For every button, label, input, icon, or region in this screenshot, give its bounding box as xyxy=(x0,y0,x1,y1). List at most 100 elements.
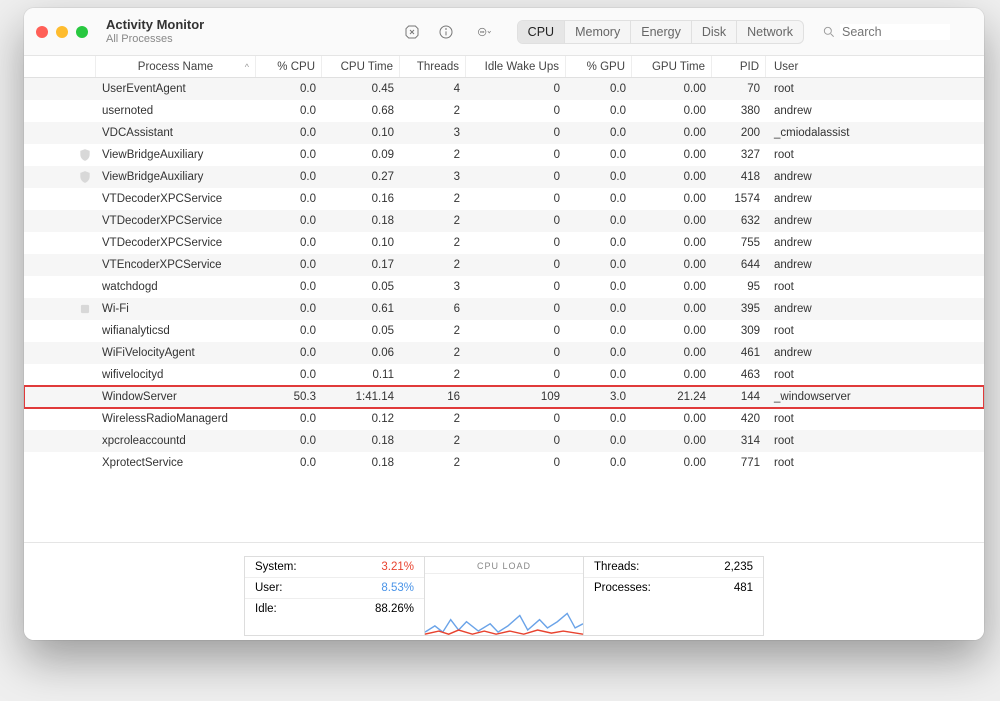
process-row[interactable]: wifivelocityd0.00.11200.00.00463root xyxy=(24,364,984,386)
cpu-cell: 0.0 xyxy=(256,149,322,161)
cpu-cell: 0.0 xyxy=(256,105,322,117)
gputime-cell: 0.00 xyxy=(632,237,712,249)
process-row[interactable]: Wi-Fi0.00.61600.00.00395andrew xyxy=(24,298,984,320)
cpu-load-chart-panel: CPU LOAD xyxy=(424,556,584,636)
gputime-cell: 21.24 xyxy=(632,391,712,403)
pid-cell: 644 xyxy=(712,259,766,271)
process-row[interactable]: VDCAssistant0.00.10300.00.00200_cmiodala… xyxy=(24,122,984,144)
cpu-cell: 0.0 xyxy=(256,215,322,227)
process-row[interactable]: WiFiVelocityAgent0.00.06200.00.00461andr… xyxy=(24,342,984,364)
cpu-cell: 0.0 xyxy=(256,413,322,425)
threads-value: 2,235 xyxy=(724,561,753,573)
gpu-cell: 0.0 xyxy=(566,105,632,117)
column-header-gpu[interactable]: % GPU xyxy=(566,56,632,77)
idlewake-cell: 0 xyxy=(466,457,566,469)
column-header-row: Process Name ^ % CPU CPU Time Threads Id… xyxy=(24,56,984,78)
pid-cell: 1574 xyxy=(712,193,766,205)
search-input[interactable] xyxy=(840,24,950,40)
column-header-user[interactable]: User xyxy=(766,56,984,77)
tab-disk[interactable]: Disk xyxy=(692,21,737,43)
tab-memory[interactable]: Memory xyxy=(565,21,631,43)
gputime-cell: 0.00 xyxy=(632,369,712,381)
threads-cell: 2 xyxy=(400,457,466,469)
tab-energy[interactable]: Energy xyxy=(631,21,692,43)
cputime-cell: 0.09 xyxy=(322,149,400,161)
process-row[interactable]: xpcroleaccountd0.00.18200.00.00314root xyxy=(24,430,984,452)
system-value: 3.21% xyxy=(381,561,414,573)
stop-process-button[interactable] xyxy=(399,21,425,43)
column-header-pid[interactable]: PID xyxy=(712,56,766,77)
column-header-name[interactable]: Process Name ^ xyxy=(96,56,256,77)
tab-network[interactable]: Network xyxy=(737,21,803,43)
process-row[interactable]: VTDecoderXPCService0.00.18200.00.00632an… xyxy=(24,210,984,232)
minimize-window-button[interactable] xyxy=(56,26,68,38)
process-icon xyxy=(24,302,96,316)
process-row[interactable]: VTDecoderXPCService0.00.10200.00.00755an… xyxy=(24,232,984,254)
process-row[interactable]: wifianalyticsd0.00.05200.00.00309root xyxy=(24,320,984,342)
cputime-cell: 0.18 xyxy=(322,435,400,447)
process-name-cell: ViewBridgeAuxiliary xyxy=(96,149,256,161)
user-cell: root xyxy=(766,413,984,425)
idle-value: 88.26% xyxy=(375,603,414,615)
user-cell: root xyxy=(766,149,984,161)
fullscreen-window-button[interactable] xyxy=(76,26,88,38)
process-row[interactable]: WirelessRadioManagerd0.00.12200.00.00420… xyxy=(24,408,984,430)
column-header-idlewake[interactable]: Idle Wake Ups xyxy=(466,56,566,77)
process-row[interactable]: usernoted0.00.68200.00.00380andrew xyxy=(24,100,984,122)
column-header-icon[interactable] xyxy=(24,56,96,77)
process-row[interactable]: ViewBridgeAuxiliary0.00.27300.00.00418an… xyxy=(24,166,984,188)
cpu-cell: 0.0 xyxy=(256,171,322,183)
user-cell: root xyxy=(766,281,984,293)
pid-cell: 95 xyxy=(712,281,766,293)
threads-cell: 2 xyxy=(400,105,466,117)
gputime-cell: 0.00 xyxy=(632,215,712,227)
search-icon xyxy=(822,25,836,39)
gpu-cell: 0.0 xyxy=(566,149,632,161)
cpu-cell: 50.3 xyxy=(256,391,322,403)
pid-cell: 327 xyxy=(712,149,766,161)
user-cell: root xyxy=(766,369,984,381)
process-table-body: UserEventAgent0.00.45400.00.0070rootuser… xyxy=(24,78,984,542)
activity-monitor-window: Activity Monitor All Processes CPUMemory… xyxy=(24,8,984,640)
pid-cell: 144 xyxy=(712,391,766,403)
threads-cell: 3 xyxy=(400,281,466,293)
options-menu-button[interactable] xyxy=(467,21,503,43)
column-header-gputime[interactable]: GPU Time xyxy=(632,56,712,77)
idlewake-cell: 0 xyxy=(466,149,566,161)
process-row[interactable]: UserEventAgent0.00.45400.00.0070root xyxy=(24,78,984,100)
process-name-cell: VDCAssistant xyxy=(96,127,256,139)
pid-cell: 771 xyxy=(712,457,766,469)
cpu-cell: 0.0 xyxy=(256,237,322,249)
column-header-threads[interactable]: Threads xyxy=(400,56,466,77)
octagon-x-icon xyxy=(404,24,420,40)
process-row[interactable]: XprotectService0.00.18200.00.00771root xyxy=(24,452,984,474)
cputime-cell: 0.10 xyxy=(322,237,400,249)
process-row[interactable]: WindowServer50.31:41.14161093.021.24144_… xyxy=(24,386,984,408)
process-row[interactable]: VTEncoderXPCService0.00.17200.00.00644an… xyxy=(24,254,984,276)
gputime-cell: 0.00 xyxy=(632,325,712,337)
tab-cpu[interactable]: CPU xyxy=(518,21,565,43)
window-controls xyxy=(36,26,88,38)
process-row[interactable]: VTDecoderXPCService0.00.16200.00.001574a… xyxy=(24,188,984,210)
gpu-cell: 0.0 xyxy=(566,193,632,205)
process-row[interactable]: ViewBridgeAuxiliary0.00.09200.00.00327ro… xyxy=(24,144,984,166)
gpu-cell: 0.0 xyxy=(566,413,632,425)
cpu-cell: 0.0 xyxy=(256,83,322,95)
user-cell: andrew xyxy=(766,303,984,315)
cputime-cell: 1:41.14 xyxy=(322,391,400,403)
close-window-button[interactable] xyxy=(36,26,48,38)
cputime-cell: 0.12 xyxy=(322,413,400,425)
user-cell: root xyxy=(766,83,984,95)
process-name-cell: watchdogd xyxy=(96,281,256,293)
gputime-cell: 0.00 xyxy=(632,105,712,117)
inspect-process-button[interactable] xyxy=(433,21,459,43)
gputime-cell: 0.00 xyxy=(632,457,712,469)
pid-cell: 70 xyxy=(712,83,766,95)
search-field[interactable] xyxy=(822,24,972,40)
idlewake-cell: 0 xyxy=(466,347,566,359)
process-name-cell: Wi-Fi xyxy=(96,303,256,315)
column-header-cputime[interactable]: CPU Time xyxy=(322,56,400,77)
user-cell: andrew xyxy=(766,215,984,227)
process-row[interactable]: watchdogd0.00.05300.00.0095root xyxy=(24,276,984,298)
column-header-cpu[interactable]: % CPU xyxy=(256,56,322,77)
